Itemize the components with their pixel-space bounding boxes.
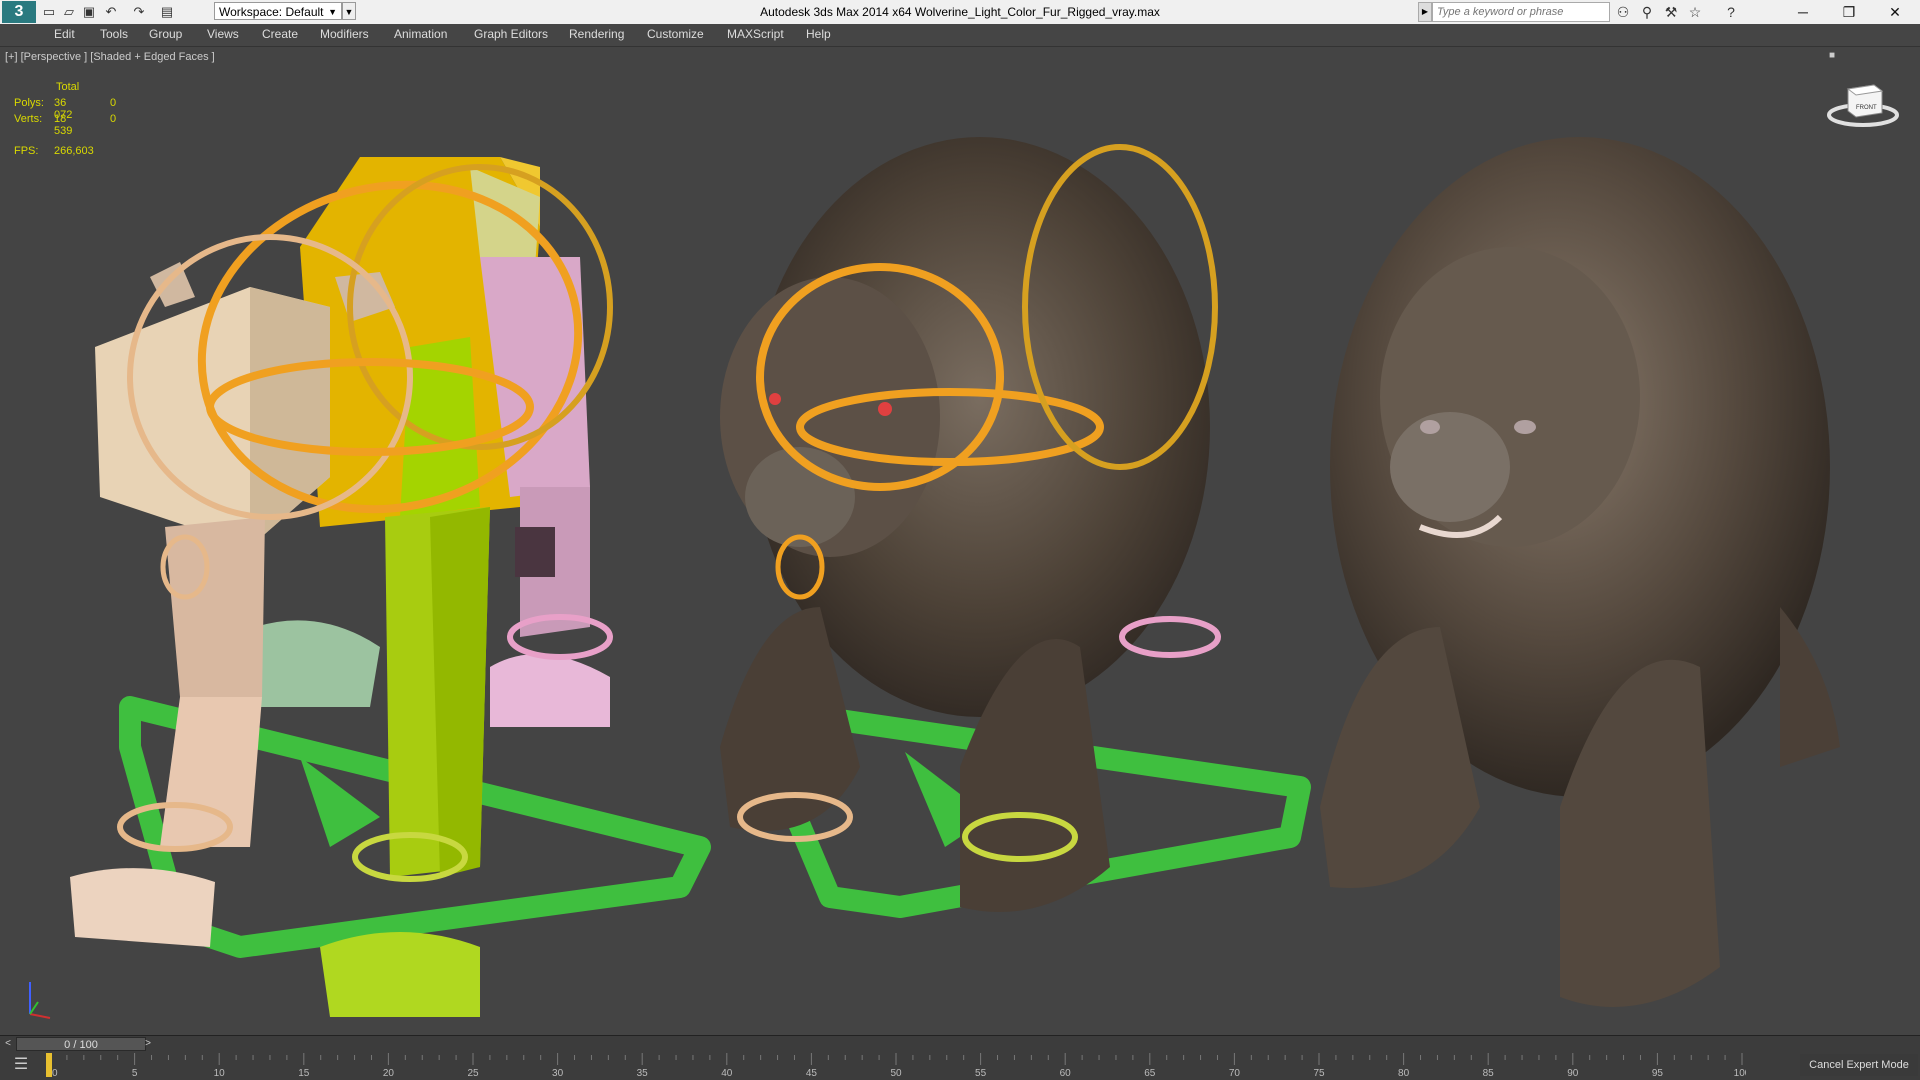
menu-graph-editors[interactable]: Graph Editors: [474, 27, 548, 41]
mini-curve-editor-icon[interactable]: ☰: [6, 1055, 36, 1075]
ruler-tick-label: 55: [975, 1068, 987, 1079]
ruler-tick-label: 85: [1483, 1068, 1495, 1079]
ruler-tick-label: 40: [721, 1068, 733, 1079]
menu-animation[interactable]: Animation: [394, 27, 447, 41]
next-frame-button[interactable]: >: [140, 1036, 156, 1052]
menu-group[interactable]: Group: [149, 27, 182, 41]
prev-frame-button[interactable]: <: [0, 1036, 16, 1052]
ruler-tick-label: 35: [637, 1068, 649, 1079]
save-icon[interactable]: ▣: [80, 3, 98, 21]
ruler-tick-label: 25: [467, 1068, 479, 1079]
perspective-viewport[interactable]: [+] [Perspective ] [Shaded + Edged Faces…: [0, 47, 1920, 1035]
time-slider-handle[interactable]: 0 / 100: [16, 1037, 146, 1051]
ruler-tick-label: 15: [298, 1068, 310, 1079]
redo-icon[interactable]: ↷: [130, 3, 148, 21]
binoculars-icon[interactable]: ⚇: [1614, 3, 1632, 21]
ruler-tick-label: 95: [1652, 1068, 1664, 1079]
verts-selected: 0: [110, 113, 117, 125]
ruler-tick-label: 10: [214, 1068, 226, 1079]
track-bar[interactable]: ☰ 0 5 10 15 20 25 30 35 40 45 50 55 60 65 70 75 80 85 90 95…: [0, 1051, 1920, 1080]
viewcube-face-label: FRONT: [1856, 105, 1877, 111]
project-icon[interactable]: ▤: [158, 3, 176, 21]
ruler-tick-label: 45: [806, 1068, 818, 1079]
fps-label: FPS:: [14, 145, 39, 157]
workspace-label: Workspace: Default: [219, 5, 324, 19]
ruler-tick-label: 50: [890, 1068, 902, 1079]
menu-rendering[interactable]: Rendering: [569, 27, 624, 41]
undo-icon[interactable]: ↶: [102, 3, 120, 21]
workspace-menu-button[interactable]: ▼: [342, 2, 356, 20]
ruler-tick-label: 65: [1144, 1068, 1156, 1079]
restore-icon[interactable]: ❐: [1826, 0, 1872, 24]
time-slider[interactable]: < 0 / 100 >: [0, 1035, 1920, 1052]
verts-label: Verts:: [14, 113, 43, 125]
menu-maxscript[interactable]: MAXScript: [727, 27, 784, 41]
exchange-icon[interactable]: ⚒: [1662, 3, 1680, 21]
search-expand-button[interactable]: ▶: [1418, 2, 1432, 22]
fps-value: 266,603: [54, 145, 94, 157]
ruler-tick-label: 90: [1567, 1068, 1579, 1079]
rig-proxy-model[interactable]: [70, 143, 711, 1017]
close-icon[interactable]: ✕: [1872, 0, 1918, 24]
menu-create[interactable]: Create: [262, 27, 298, 41]
cancel-expert-mode-button[interactable]: Cancel Expert Mode: [1800, 1054, 1918, 1076]
rendered-fur-model[interactable]: [1320, 137, 1840, 1007]
lock-icon[interactable]: ■: [1829, 50, 1839, 61]
ruler-tick-label: 75: [1313, 1068, 1325, 1079]
menu-bar: Edit Tools Group Views Create Modifiers …: [0, 24, 1920, 47]
verts-value: 18 539: [54, 113, 73, 137]
ruler-tick-label: 80: [1398, 1068, 1410, 1079]
minimize-icon[interactable]: ─: [1780, 0, 1826, 24]
app-logo-icon[interactable]: 3: [2, 1, 36, 23]
help-icon[interactable]: ?: [1722, 3, 1740, 21]
viewport-label[interactable]: [+] [Perspective ] [Shaded + Edged Faces…: [5, 51, 215, 63]
title-bar: 3 ▭ ▱ ▣ ↶ ↷ ▤ Workspace: Default ▼ ▼ Aut…: [0, 0, 1920, 24]
current-frame-marker[interactable]: [46, 1053, 52, 1077]
menu-tools[interactable]: Tools: [100, 27, 128, 41]
polys-label: Polys:: [14, 97, 44, 109]
ruler-tick-label: 100: [1734, 1068, 1746, 1079]
menu-customize[interactable]: Customize: [647, 27, 704, 41]
new-file-icon[interactable]: ▭: [40, 3, 58, 21]
frame-ruler[interactable]: 0 5 10 15 20 25 30 35 40 45 50 55 60 65 70 75 80 85 90 95 10…: [46, 1051, 1746, 1080]
viewcube-icon[interactable]: FRONT: [1826, 69, 1900, 131]
stats-header: Total: [56, 81, 80, 93]
rigged-fur-model[interactable]: [720, 137, 1311, 918]
ruler-tick-label: 0: [52, 1068, 58, 1079]
menu-views[interactable]: Views: [207, 27, 239, 41]
ruler-tick-label: 20: [383, 1068, 395, 1079]
menu-edit[interactable]: Edit: [54, 27, 75, 41]
scene-render[interactable]: [0, 47, 1920, 1035]
menu-help[interactable]: Help: [806, 27, 831, 41]
polys-selected: 0: [110, 97, 117, 109]
axis-tripod-icon: [29, 982, 51, 1019]
search-input[interactable]: [1432, 2, 1610, 22]
star-icon[interactable]: ☆: [1686, 3, 1704, 21]
ruler-tick-label: 70: [1229, 1068, 1241, 1079]
open-file-icon[interactable]: ▱: [60, 3, 78, 21]
ruler-tick-label: 5: [132, 1068, 138, 1079]
ruler-tick-label: 60: [1060, 1068, 1072, 1079]
chevron-down-icon: ▼: [328, 7, 337, 17]
menu-modifiers[interactable]: Modifiers: [320, 27, 369, 41]
workspace-dropdown[interactable]: Workspace: Default ▼: [214, 2, 342, 20]
key-tool-icon[interactable]: ⚲: [1638, 3, 1656, 21]
ruler-tick-label: 30: [552, 1068, 564, 1079]
